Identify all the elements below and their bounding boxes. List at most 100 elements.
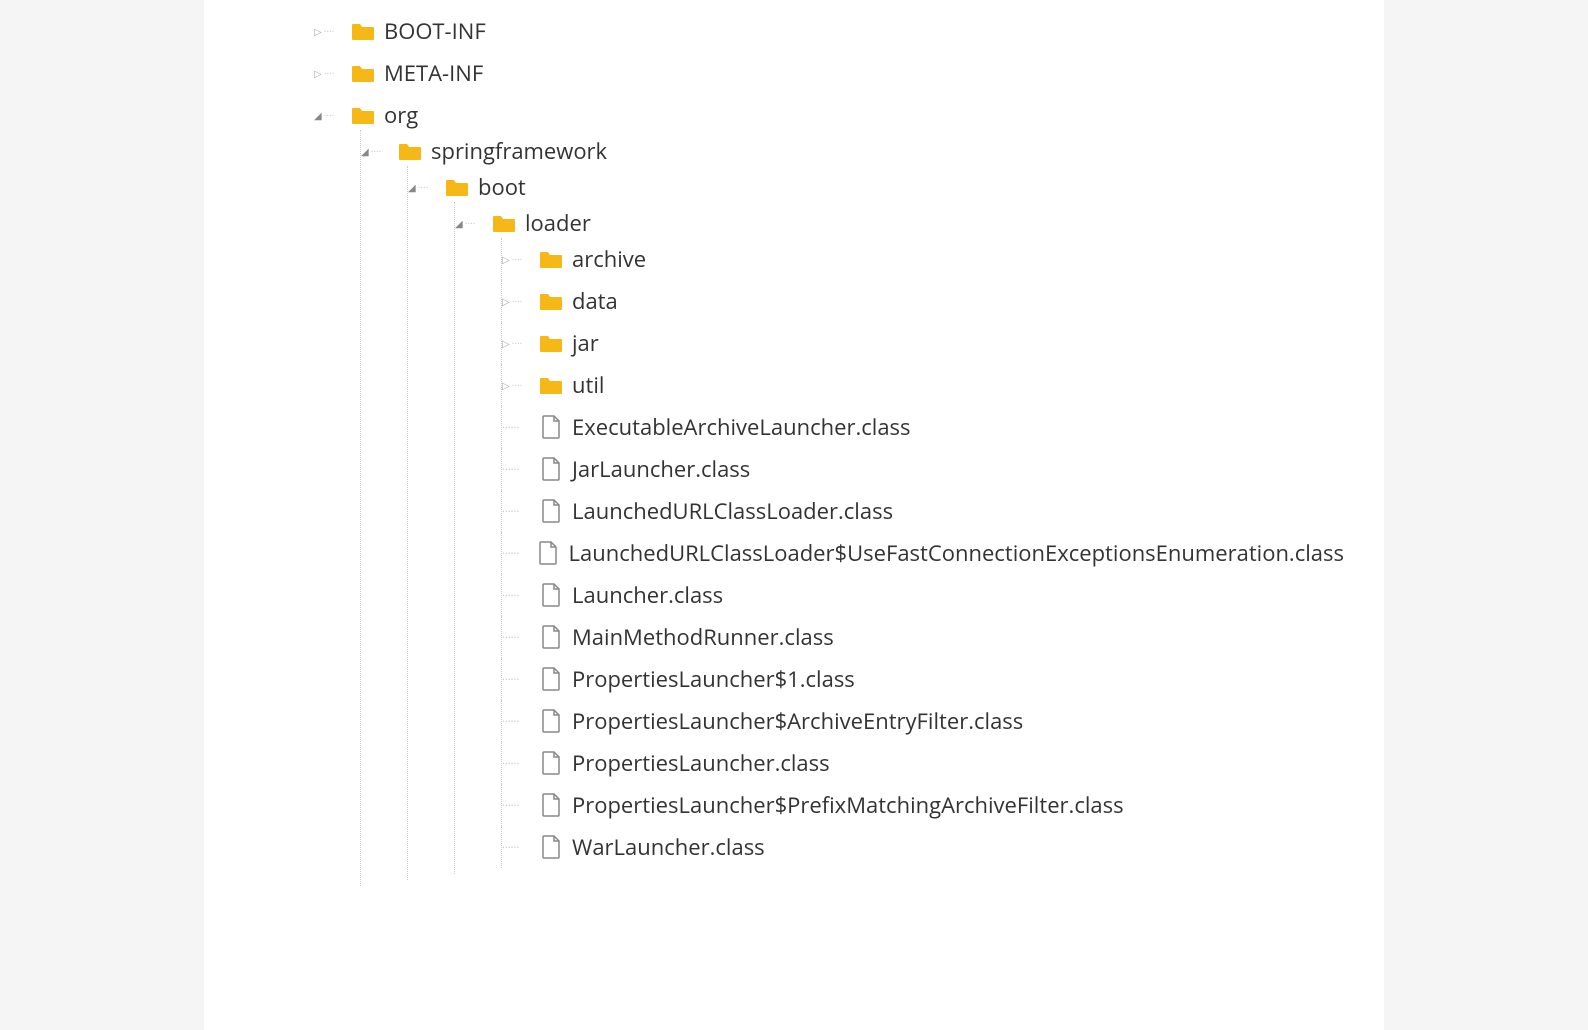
folder-label: util: [572, 370, 604, 400]
tree-children-list: ····loader····archive····data····jar····…: [408, 202, 1344, 874]
expand-toggle-closed-icon[interactable]: ····: [502, 336, 530, 350]
tree-file-node: ······WarLauncher.class: [501, 826, 1344, 868]
tree-connector-dots: ····: [512, 336, 523, 350]
tree-file-node: ······ MainMethodRunner.class: [501, 616, 1344, 658]
tree-file-row[interactable]: ······ Launcher.class: [502, 580, 1344, 610]
expand-toggle-closed-icon[interactable]: ····: [502, 252, 530, 266]
file-label: ExecutableArchiveLauncher.class: [572, 412, 911, 442]
tree-file-row[interactable]: ······ ExecutableArchiveLauncher.class: [502, 412, 1344, 442]
file-label: PropertiesLauncher$ArchiveEntryFilter.cl…: [572, 706, 1023, 736]
tree-connector-dots: ····: [324, 108, 335, 122]
file-label: Launcher.class: [572, 580, 723, 610]
file-label: JarLauncher.class: [572, 454, 750, 484]
file-icon: [538, 794, 564, 816]
tree-connector-dots: ······: [502, 756, 530, 771]
tree-folder-row[interactable]: ···· loader: [455, 208, 1344, 238]
folder-label: META-INF: [384, 58, 483, 88]
file-tree: ···· BOOT-INF ···· META-INF ···· org ····sprin…: [314, 10, 1344, 892]
tree-children-list: ····springframework····boot····loader···…: [314, 130, 1344, 886]
tree-folder-row[interactable]: ···· util: [502, 370, 1344, 400]
expand-toggle-closed-icon[interactable]: ····: [314, 66, 342, 80]
tree-folder-row[interactable]: ····archive: [502, 244, 1344, 274]
tree-connector-dots: ······: [502, 588, 530, 603]
tree-file-row[interactable]: ······ PropertiesLauncher.class: [502, 748, 1344, 778]
file-label: LaunchedURLClassLoader$UseFastConnection…: [569, 538, 1344, 568]
tree-file-row[interactable]: ······PropertiesLauncher$PrefixMatchingA…: [502, 790, 1344, 820]
folder-icon: [350, 20, 376, 42]
tree-file-row[interactable]: ······ MainMethodRunner.class: [502, 622, 1344, 652]
tree-folder-node: ···· data: [501, 280, 1344, 322]
tree-file-node: ······ LaunchedURLClassLoader.class: [501, 490, 1344, 532]
file-icon: [538, 626, 564, 648]
tree-connector-dots: ····: [324, 66, 335, 80]
tree-folder-row[interactable]: ···· META-INF: [314, 58, 1344, 88]
tree-file-node: ······ PropertiesLauncher.class: [501, 742, 1344, 784]
tree-file-node: ······ LaunchedURLClassLoader$UseFastConn…: [501, 532, 1344, 574]
tree-file-row[interactable]: ······ LaunchedURLClassLoader.class: [502, 496, 1344, 526]
file-icon: [538, 416, 564, 438]
file-icon: [538, 752, 564, 774]
tree-file-node: ······ Launcher.class: [501, 574, 1344, 616]
file-label: MainMethodRunner.class: [572, 622, 834, 652]
folder-label: boot: [478, 172, 526, 202]
tree-connector-dots: ····: [512, 378, 523, 392]
tree-connector-dots: ······: [502, 462, 530, 477]
tree-connector-dots: ····: [465, 216, 476, 230]
expand-toggle-closed-icon[interactable]: ····: [502, 294, 530, 308]
tree-file-row[interactable]: ······ JarLauncher.class: [502, 454, 1344, 484]
tree-connector-dots: ······: [502, 420, 530, 435]
file-icon: [538, 668, 564, 690]
file-icon: [538, 584, 564, 606]
file-label: PropertiesLauncher$1.class: [572, 664, 855, 694]
file-icon: [538, 710, 564, 732]
tree-folder-row[interactable]: ···· data: [502, 286, 1344, 316]
tree-connector-dots: ······: [502, 546, 528, 561]
folder-icon: [538, 374, 564, 396]
tree-folder-node: ····archive: [501, 238, 1344, 280]
tree-file-row[interactable]: ······PropertiesLauncher$1.class: [502, 664, 1344, 694]
folder-label: org: [384, 100, 418, 130]
folder-label: BOOT-INF: [384, 16, 486, 46]
tree-file-node: ······PropertiesLauncher$1.class: [501, 658, 1344, 700]
expand-toggle-closed-icon[interactable]: ····: [314, 24, 342, 38]
folder-icon: [350, 104, 376, 126]
expand-toggle-open-icon[interactable]: ····: [408, 180, 436, 194]
tree-file-node: ······ JarLauncher.class: [501, 448, 1344, 490]
tree-connector-dots: ····: [512, 252, 523, 266]
tree-connector-dots: ······: [502, 504, 530, 519]
tree-folder-row[interactable]: ····springframework: [361, 136, 1344, 166]
tree-root-list: ···· BOOT-INF ···· META-INF ···· org ····sprin…: [314, 10, 1344, 892]
tree-connector-dots: ······: [502, 630, 530, 645]
tree-connector-dots: ····: [324, 24, 335, 38]
tree-folder-node: ···· util: [501, 364, 1344, 406]
expand-toggle-open-icon[interactable]: ····: [314, 108, 342, 122]
tree-folder-node: ····loader····archive····data····jar····…: [454, 202, 1344, 874]
tree-folder-node: ···· BOOT-INF: [314, 10, 1344, 52]
tree-file-row[interactable]: ······WarLauncher.class: [502, 832, 1344, 862]
tree-connector-dots: ······: [502, 798, 530, 813]
expand-toggle-closed-icon[interactable]: ····: [502, 378, 530, 392]
file-icon: [538, 458, 564, 480]
tree-file-node: ······PropertiesLauncher$ArchiveEntryFil…: [501, 700, 1344, 742]
file-label: WarLauncher.class: [572, 832, 765, 862]
tree-file-row[interactable]: ······ LaunchedURLClassLoader$UseFastConn…: [502, 538, 1344, 568]
file-label: LaunchedURLClassLoader.class: [572, 496, 893, 526]
tree-file-node: ······PropertiesLauncher$PrefixMatchingA…: [501, 784, 1344, 826]
tree-view-panel: ···· BOOT-INF ···· META-INF ···· org ····sprin…: [204, 0, 1384, 1030]
tree-file-row[interactable]: ······PropertiesLauncher$ArchiveEntryFil…: [502, 706, 1344, 736]
tree-folder-row[interactable]: ···· boot: [408, 172, 1344, 202]
tree-children-list: ····archive····data····jar····util······…: [455, 238, 1344, 868]
tree-folder-row[interactable]: ···· BOOT-INF: [314, 16, 1344, 46]
expand-toggle-open-icon[interactable]: ····: [455, 216, 483, 230]
folder-icon: [350, 62, 376, 84]
tree-folder-row[interactable]: ···· org: [314, 100, 1344, 130]
folder-icon: [491, 212, 517, 234]
folder-label: jar: [572, 328, 599, 358]
file-icon: [538, 836, 564, 858]
folder-label: data: [572, 286, 618, 316]
expand-toggle-open-icon[interactable]: ····: [361, 144, 389, 158]
tree-folder-row[interactable]: ···· jar: [502, 328, 1344, 358]
file-label: PropertiesLauncher.class: [572, 748, 830, 778]
folder-label: loader: [525, 208, 591, 238]
tree-folder-node: ···· jar: [501, 322, 1344, 364]
